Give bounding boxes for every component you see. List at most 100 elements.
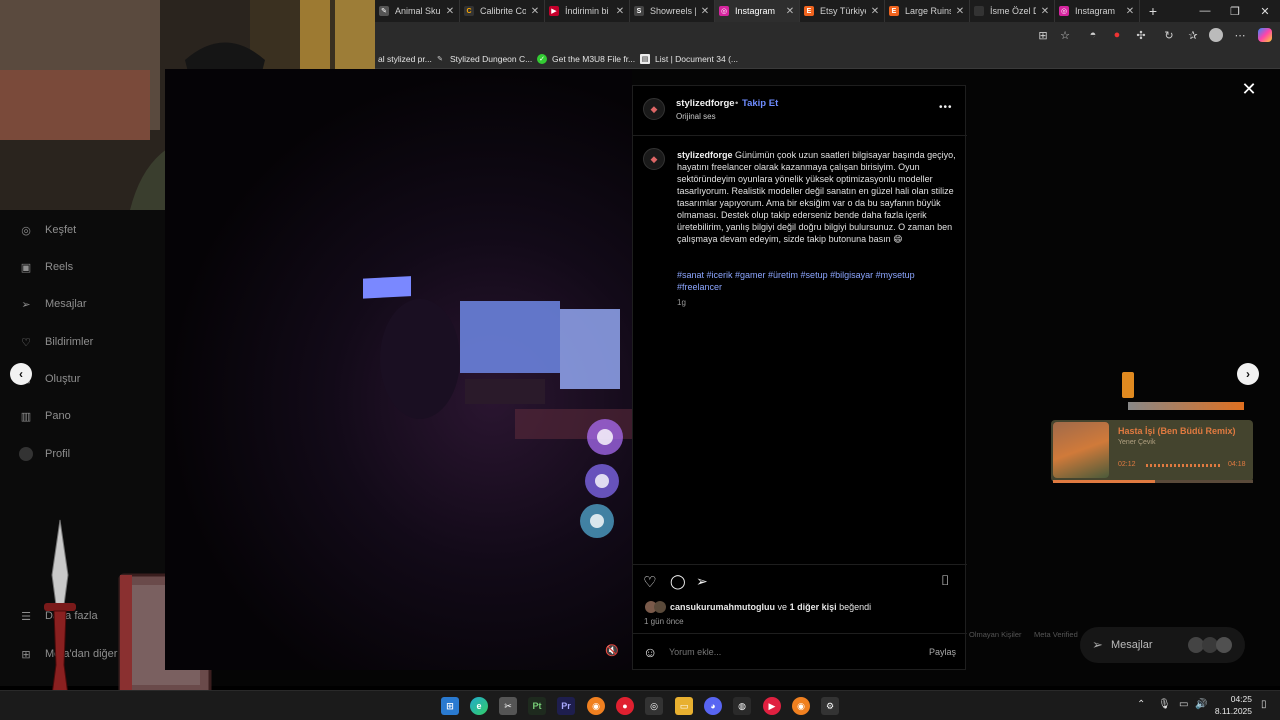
browser-tab[interactable]: S Showreels | ✕	[630, 0, 715, 22]
like-heart-icon[interactable]: ♡	[643, 573, 656, 591]
chevron-up-icon[interactable]: ⌃	[1137, 699, 1145, 710]
clock-time[interactable]: 04:25	[1222, 694, 1252, 704]
follow-button[interactable]: Takip Et	[742, 98, 778, 109]
caption-username[interactable]: stylizedforge	[677, 150, 733, 160]
notification-icon[interactable]: ▯	[1261, 699, 1267, 710]
elapsed-time: 02:12	[1118, 461, 1136, 468]
new-tab-button[interactable]: +	[1138, 0, 1168, 22]
author-username[interactable]: stylizedforge	[676, 98, 735, 109]
volume-icon[interactable]: 🔊	[1195, 699, 1207, 710]
reel-video[interactable]: 🔇	[165, 69, 632, 670]
emoji-icon[interactable]: ☺	[643, 644, 657, 660]
author-avatar[interactable]: ◆	[643, 98, 665, 120]
sidebar-item-profile[interactable]: Profil	[18, 444, 70, 464]
more-options-icon[interactable]: •••	[939, 102, 953, 113]
app-icon[interactable]: ◎	[645, 697, 663, 715]
tab-favicon-icon: ✎	[379, 6, 389, 16]
browser-tab[interactable]: C Calibrite Co ✕	[460, 0, 545, 22]
minimize-button[interactable]: —	[1190, 0, 1220, 22]
bookmark-item[interactable]: ✓ Get the M3U8 File fr...	[537, 51, 635, 66]
tab-close-icon[interactable]: ✕	[700, 6, 710, 17]
blender-icon[interactable]: ◉	[587, 697, 605, 715]
tab-close-icon[interactable]: ✕	[955, 6, 965, 17]
audio-label[interactable]: Orijinal ses	[676, 112, 716, 121]
next-post-button[interactable]: ›	[1237, 363, 1259, 385]
tab-close-icon[interactable]: ✕	[530, 6, 540, 17]
sidebar-item-explore[interactable]: ◎ Keşfet	[18, 220, 76, 240]
browser-tab[interactable]: E Etsy Türkiye ✕	[800, 0, 885, 22]
profile-avatar-icon[interactable]	[1209, 28, 1223, 42]
tab-close-icon[interactable]: ✕	[615, 6, 625, 17]
comment-icon[interactable]: ◯	[670, 573, 686, 590]
tab-close-icon[interactable]: ✕	[870, 6, 880, 17]
mute-icon[interactable]: 🔇	[605, 644, 621, 660]
snipping-tool-icon[interactable]: ✂	[499, 697, 517, 715]
puzzle-icon[interactable]: ✣	[1134, 28, 1148, 42]
send-icon: ➢	[21, 298, 31, 311]
comment-input[interactable]	[669, 644, 899, 660]
star-icon[interactable]: ☆	[1058, 28, 1072, 42]
browser-tab[interactable]: E Large Ruins ✕	[885, 0, 970, 22]
album-art	[1053, 422, 1109, 478]
bookmark-item[interactable]: ▤ List | Document 34 (...	[640, 51, 738, 66]
hashtags[interactable]: #sanat #icerik #gamer #üretim #setup #bi…	[677, 269, 947, 293]
music-widget[interactable]: Hasta İşi (Ben Büdü Remix) Yener Çevik 0…	[1051, 420, 1253, 482]
clock-date[interactable]: 8.11.2025	[1209, 706, 1252, 716]
tab-close-icon[interactable]: ✕	[1040, 6, 1050, 17]
bookmark-item[interactable]: al stylized pr...	[378, 51, 432, 66]
browser-tab[interactable]: ▶ İndirimin bi ✕	[545, 0, 630, 22]
microphone-icon[interactable]: 🎙	[1158, 699, 1171, 710]
network-icon[interactable]: ▭	[1179, 699, 1188, 710]
windows-start-icon[interactable]: ⊞	[441, 697, 459, 715]
more-menu-icon[interactable]: ⋯	[1233, 28, 1247, 42]
track-artist: Yener Çevik	[1118, 439, 1156, 446]
sidebar-item-messages[interactable]: ➢ Mesajlar	[18, 294, 86, 314]
tab-close-icon[interactable]: ✕	[785, 6, 795, 17]
tab-close-icon[interactable]: ✕	[1125, 6, 1135, 17]
divider	[633, 564, 967, 565]
sidebar-item-notifications[interactable]: ♡ Bildirimler	[18, 332, 93, 352]
refresh-icon[interactable]: ↻	[1162, 28, 1176, 42]
restore-button[interactable]: ❐	[1220, 0, 1250, 22]
blender-icon[interactable]: ◉	[792, 697, 810, 715]
file-explorer-icon[interactable]: ▭	[675, 697, 693, 715]
share-icon[interactable]: ➢	[696, 573, 708, 590]
app-icon[interactable]: ◍	[733, 697, 751, 715]
media-player-icon[interactable]: ▶	[763, 697, 781, 715]
browser-tab[interactable]: ✎ Animal Skul ✕	[375, 0, 460, 22]
messages-label: Mesajlar	[1111, 639, 1153, 651]
tab-close-icon[interactable]: ✕	[445, 6, 455, 17]
record-icon[interactable]: ●	[1110, 28, 1124, 42]
app-icon[interactable]: ⊞	[1036, 28, 1050, 42]
footer-link[interactable]: Meta Verified	[1034, 630, 1078, 639]
browser-tab[interactable]: ◎ Instagram ✕	[1055, 0, 1140, 22]
tab-favicon-icon: ▶	[549, 6, 559, 16]
copilot-icon[interactable]	[1258, 28, 1272, 42]
painter-icon[interactable]: Pt	[528, 697, 546, 715]
close-modal-icon[interactable]: ✕	[1240, 80, 1258, 98]
bookmark-save-icon[interactable]: ⌷	[941, 572, 949, 589]
browser-tab[interactable]: İsme Özel D ✕	[970, 0, 1055, 22]
liked-by-line: cansukurumahmutogluu ve 1 diğer kişi beğ…	[670, 602, 872, 612]
favorites-icon[interactable]: ✰	[1186, 28, 1200, 42]
messages-pill[interactable]: ➢ Mesajlar	[1080, 627, 1245, 663]
app-icon[interactable]: ●	[616, 697, 634, 715]
liked-by-user[interactable]: cansukurumahmutogluu	[670, 602, 775, 612]
previous-post-button[interactable]: ‹	[10, 363, 32, 385]
tab-favicon-icon	[974, 6, 984, 16]
footer-link[interactable]: Olmayan Kişiler	[969, 630, 1022, 639]
bookmark-item[interactable]: ✎ Stylized Dungeon C...	[435, 51, 532, 66]
liked-by-others[interactable]: 1 diğer kişi	[790, 602, 837, 612]
sidebar-item-dashboard[interactable]: ▥ Pano	[18, 406, 71, 426]
premiere-icon[interactable]: Pr	[557, 697, 575, 715]
discord-icon[interactable]: ◕	[704, 697, 722, 715]
settings-icon[interactable]: ⚙	[821, 697, 839, 715]
browser-tab-active[interactable]: ◎ Instagram ✕	[715, 0, 800, 22]
share-comment-button[interactable]: Paylaş	[929, 647, 956, 657]
edge-icon[interactable]: e	[470, 697, 488, 715]
sidebar-item-reels[interactable]: ▣ Reels	[18, 257, 73, 277]
caption-author-avatar[interactable]: ◆	[643, 148, 665, 170]
music-progress-track[interactable]	[1053, 480, 1253, 483]
window-close-button[interactable]: ✕	[1250, 0, 1280, 22]
extension-icon[interactable]: ◓	[1086, 28, 1100, 42]
